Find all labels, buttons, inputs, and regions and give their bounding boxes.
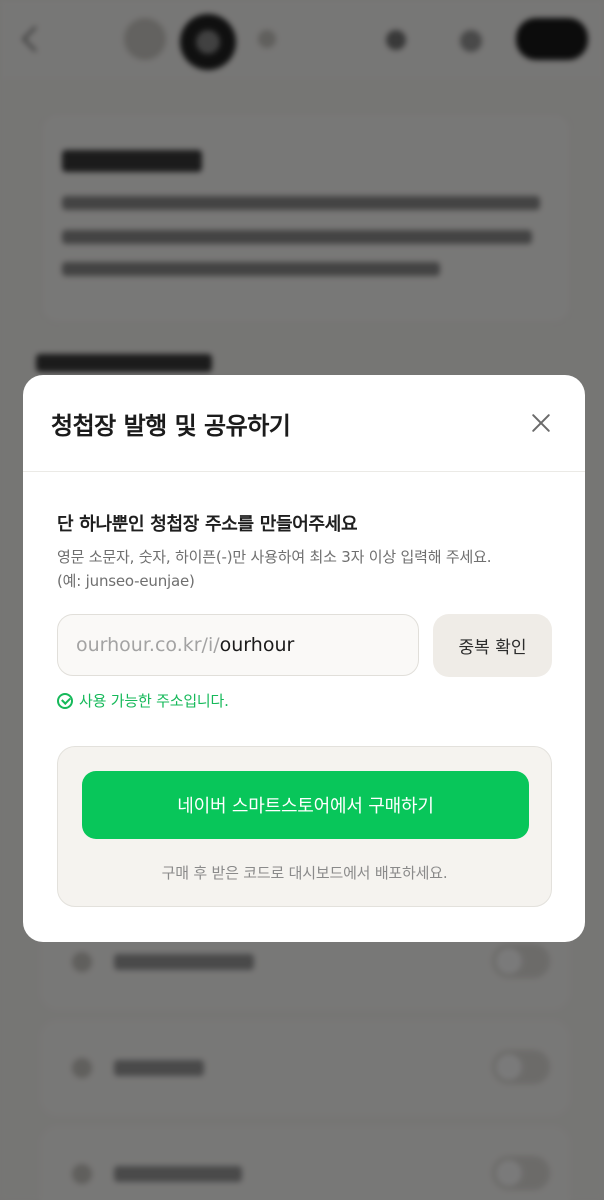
- availability-status-text: 사용 가능한 주소입니다.: [79, 692, 229, 710]
- url-prefix: ourhour.co.kr/i/: [76, 634, 220, 656]
- modal-title: 청첩장 발행 및 공유하기: [51, 412, 291, 440]
- duplicate-check-button[interactable]: 중복 확인: [433, 614, 552, 677]
- modal-header: 청첩장 발행 및 공유하기: [23, 375, 585, 472]
- naver-smartstore-purchase-button[interactable]: 네이버 스마트스토어에서 구매하기: [82, 771, 529, 839]
- close-icon[interactable]: [527, 409, 555, 437]
- publish-share-modal: 청첩장 발행 및 공유하기 단 하나뿐인 청첩장 주소를 만들어주세요 영문 소…: [23, 375, 585, 942]
- input-hint-example: (예: junseo-eunjae): [57, 572, 195, 590]
- availability-status: 사용 가능한 주소입니다.: [57, 690, 229, 711]
- check-circle-icon: [57, 692, 73, 709]
- input-hint-rules: 영문 소문자, 숫자, 하이픈(-)만 사용하여 최소 3자 이상 입력해 주세…: [57, 548, 492, 566]
- section-title: 단 하나뿐인 청첩장 주소를 만들어주세요: [57, 514, 358, 535]
- url-slug-value[interactable]: ourhour: [220, 634, 295, 656]
- url-slug-input[interactable]: ourhour.co.kr/i/ ourhour: [57, 614, 419, 676]
- purchase-panel: 네이버 스마트스토어에서 구매하기 구매 후 받은 코드로 대시보드에서 배포하…: [57, 746, 552, 907]
- input-hint: 영문 소문자, 숫자, 하이픈(-)만 사용하여 최소 3자 이상 입력해 주세…: [57, 545, 557, 593]
- purchase-note: 구매 후 받은 코드로 대시보드에서 배포하세요.: [161, 864, 448, 882]
